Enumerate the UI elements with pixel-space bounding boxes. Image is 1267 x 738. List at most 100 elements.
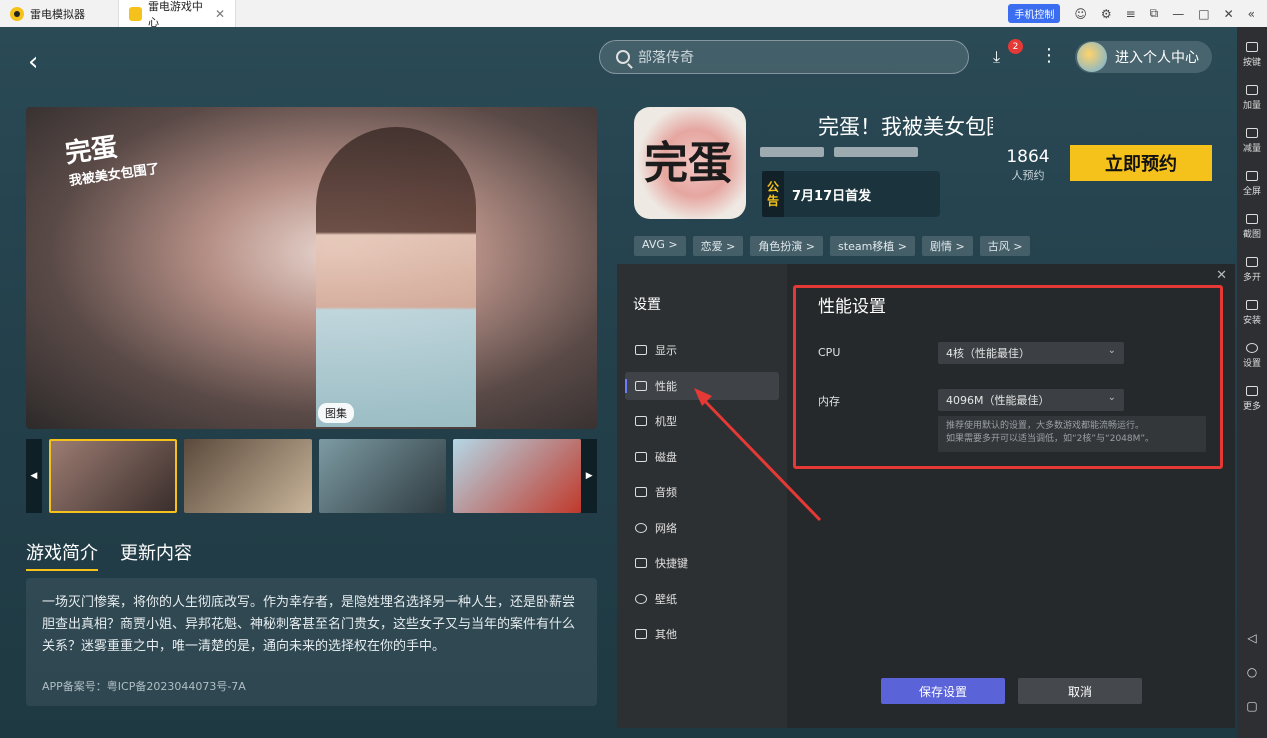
tag-item[interactable]: AVG >: [634, 236, 686, 256]
disk-icon: [635, 451, 647, 462]
thumbnail[interactable]: [48, 439, 177, 513]
nav-back-icon[interactable]: ◁: [1237, 631, 1267, 645]
keyboard-icon: [1246, 41, 1258, 52]
hint-line: 如果需要多开可以适当调低，如“2核”与“2048M”。: [946, 434, 1155, 444]
rightbar-volume-up[interactable]: 加量: [1237, 76, 1267, 119]
dialog-close-icon[interactable]: ✕: [1216, 268, 1227, 283]
menu-item-label: 壁纸: [655, 592, 677, 606]
maximize-icon[interactable]: □: [1198, 7, 1209, 21]
notice-tag: 公告: [762, 171, 784, 217]
monitor-icon: [635, 345, 647, 355]
folder-icon: [635, 416, 647, 426]
tag-item[interactable]: steam移植 >: [830, 236, 916, 256]
menu-item-shortcut[interactable]: 快捷键: [625, 549, 779, 577]
menu-item-performance[interactable]: 性能: [625, 371, 779, 400]
search-placeholder: 部落传奇: [638, 50, 694, 66]
rightbar-label: 安装: [1242, 315, 1261, 326]
rightbar-install[interactable]: 安装: [1237, 291, 1267, 334]
phone-control-button[interactable]: 手机控制: [1008, 4, 1061, 23]
tag-item[interactable]: 剧情 >: [922, 236, 973, 256]
tag-item[interactable]: 角色扮演 >: [750, 236, 824, 256]
chevron-down-icon: ⌄: [1107, 392, 1116, 403]
menu-item-wallpaper[interactable]: 壁纸: [625, 585, 779, 613]
rightbar-label: 设置: [1242, 358, 1261, 369]
tab-emulator[interactable]: 雷电模拟器: [0, 0, 118, 27]
rightbar-volume-down[interactable]: 减量: [1237, 119, 1267, 162]
menu-item-display[interactable]: 显示: [625, 336, 779, 364]
user-face-icon[interactable]: ☺: [1074, 7, 1087, 21]
memory-select[interactable]: 4096M（性能最佳） ⌄: [938, 389, 1124, 411]
hero-image[interactable]: 完蛋 我被美女包围了 图集: [26, 107, 597, 429]
window-close-icon[interactable]: ✕: [1224, 7, 1234, 21]
menu-item-disk[interactable]: 磁盘: [625, 443, 779, 471]
game-icon-text: 完蛋: [644, 138, 732, 189]
rightbar-screenshot[interactable]: 截图: [1237, 205, 1267, 248]
reserve-button[interactable]: 立即预约: [1070, 145, 1212, 181]
rightbar-label: 截图: [1242, 229, 1261, 240]
volume-up-icon: [1246, 84, 1258, 95]
tag-item[interactable]: 恋爱 >: [692, 236, 744, 256]
rightbar-fullscreen[interactable]: 全屏: [1237, 162, 1267, 205]
menu-item-model[interactable]: 机型: [625, 407, 779, 435]
rightbar-label: 更多: [1242, 401, 1261, 412]
intro-text: 一场灭门惨案，将你的人生彻底改写。作为幸存者，是隐姓埋名选择另一种人生，还是卧薪…: [42, 595, 576, 654]
nav-home-icon[interactable]: ○: [1237, 665, 1267, 679]
game-center-logo-icon: [129, 6, 142, 21]
save-settings-button[interactable]: 保存设置: [881, 678, 1005, 704]
leidian-logo-icon: [10, 6, 24, 21]
download-icon[interactable]: ⤓: [993, 47, 1000, 67]
rightbar-multi-instance[interactable]: 多开: [1237, 248, 1267, 291]
minimize-icon[interactable]: —: [1172, 7, 1184, 21]
collapse-icon[interactable]: «: [1248, 7, 1255, 21]
memory-select-value: 4096M（性能最佳）: [946, 394, 1050, 407]
tag-item[interactable]: 古风 >: [979, 236, 1031, 256]
tab-game-center-label: 雷电游戏中心: [147, 0, 203, 29]
game-detail-page: ‹ 部落传奇 ⤓ 2 ⋮ 进入个人中心 完蛋 我被美女包围了 图集 ◀ ▶ 游戏…: [0, 27, 1237, 738]
tab-update-content[interactable]: 更新内容: [120, 539, 192, 571]
menu-item-label: 快捷键: [655, 557, 688, 570]
game-icon: 完蛋: [634, 107, 746, 219]
volume-down-icon: [1246, 127, 1258, 138]
notice-card[interactable]: 公告 7月17日首发: [762, 171, 940, 217]
performance-icon: [635, 380, 647, 391]
thumbnail-strip: ◀ ▶: [26, 438, 598, 514]
menu-item-audio[interactable]: 音频: [625, 478, 779, 506]
menu-item-other[interactable]: 其他: [625, 620, 779, 648]
next-arrow-icon[interactable]: ▶: [581, 439, 598, 513]
search-input[interactable]: 部落传奇: [599, 40, 969, 74]
fullscreen-icon: [1246, 170, 1258, 181]
menu-icon[interactable]: ≡: [1126, 7, 1136, 21]
menu-item-label: 显示: [655, 344, 677, 357]
gear-icon[interactable]: ⚙: [1101, 7, 1112, 21]
tab-game-center[interactable]: 雷电游戏中心 ✕: [118, 0, 236, 29]
nav-recent-icon[interactable]: ▢: [1237, 699, 1267, 713]
restore-icon[interactable]: ⧉: [1150, 6, 1159, 21]
user-center-button[interactable]: 进入个人中心: [1075, 41, 1212, 73]
game-title: 完蛋！我被美女包围了: [818, 115, 993, 139]
keyboard-icon: [635, 558, 647, 568]
thumbnail[interactable]: [453, 439, 582, 513]
cancel-button[interactable]: 取消: [1018, 678, 1142, 704]
tab-game-intro[interactable]: 游戏简介: [26, 539, 98, 571]
settings-sidebar: 设置 显示 性能 机型 磁盘 音频 网络 快捷键 壁纸 其他: [617, 264, 787, 728]
close-icon[interactable]: ✕: [215, 7, 225, 21]
cpu-select[interactable]: 4核（性能最佳） ⌄: [938, 342, 1124, 364]
gallery-button[interactable]: 图集: [318, 403, 354, 423]
rightbar-label: 加量: [1242, 100, 1261, 111]
reserve-count: 1864 人预约: [1000, 147, 1056, 183]
thumbnail[interactable]: [183, 439, 312, 513]
thumbnail[interactable]: [318, 439, 447, 513]
menu-item-label: 其他: [655, 628, 677, 641]
rightbar-settings[interactable]: 设置: [1237, 334, 1267, 377]
rightbar-label: 多开: [1242, 272, 1261, 283]
rightbar-keymap[interactable]: 按键: [1237, 33, 1267, 76]
back-button[interactable]: ‹: [28, 47, 38, 77]
blurred-text: [760, 147, 824, 157]
avatar: [1077, 42, 1107, 72]
menu-item-label: 磁盘: [655, 450, 677, 464]
menu-item-network[interactable]: 网络: [625, 514, 779, 542]
more-options-icon[interactable]: ⋮: [1040, 45, 1058, 66]
rightbar-more[interactable]: 更多: [1237, 377, 1267, 420]
download-badge: 2: [1008, 39, 1023, 54]
prev-arrow-icon[interactable]: ◀: [26, 439, 42, 513]
